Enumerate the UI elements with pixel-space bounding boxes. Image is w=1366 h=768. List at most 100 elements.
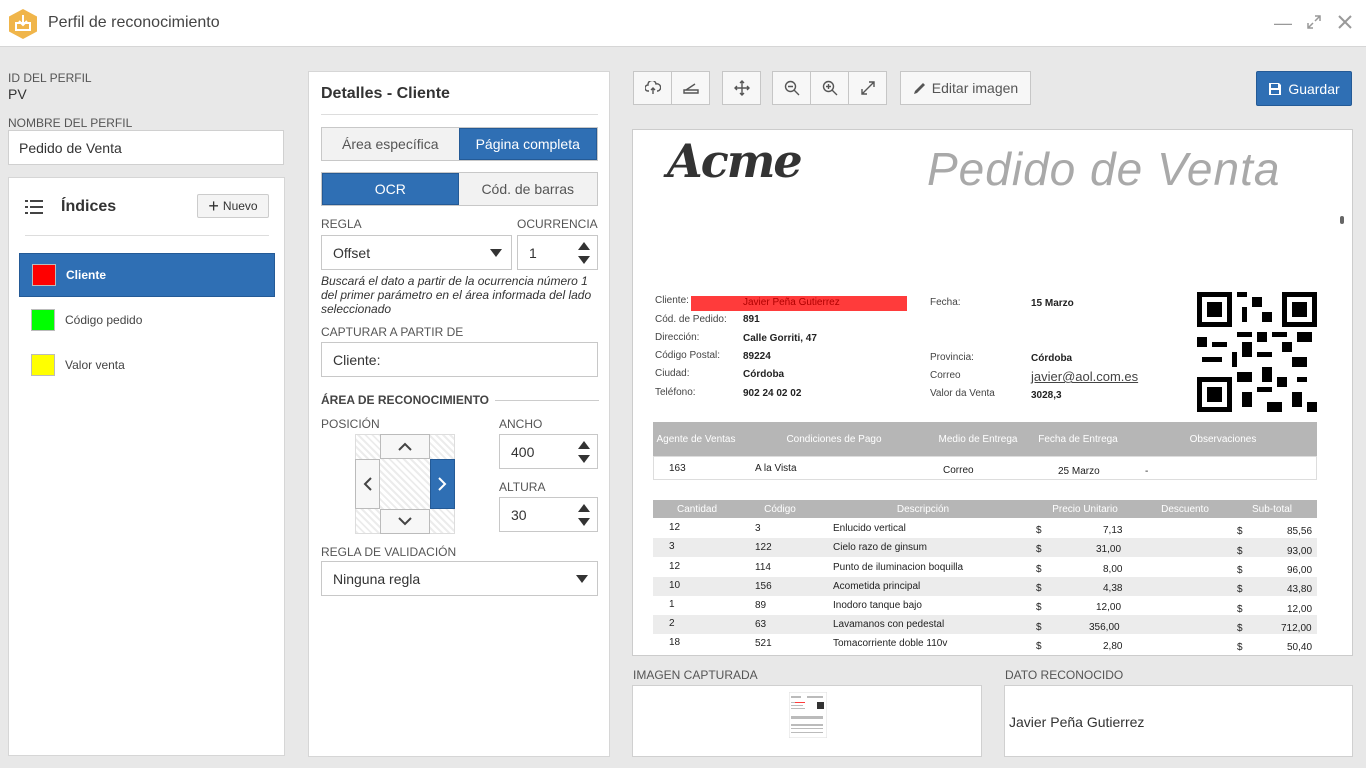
field-value: 891 — [743, 314, 760, 325]
table-cell: Correo — [943, 465, 974, 476]
area-tabs: Área específica Página completa — [321, 127, 598, 161]
table-cell: 43,80 — [1287, 584, 1313, 595]
scanner-icon — [682, 83, 699, 94]
field-label: Cód. de Pedido: — [655, 314, 727, 325]
table-cell: 712,00 — [1281, 623, 1312, 634]
zoom-out-button[interactable] — [772, 71, 811, 105]
index-item-label: Código pedido — [65, 313, 143, 327]
index-item-valor-venta[interactable]: Valor venta — [19, 343, 275, 387]
new-index-label: Nuevo — [222, 199, 258, 213]
minimize-icon[interactable]: — — [1272, 12, 1294, 34]
table-header: Agente de Ventas — [653, 422, 739, 456]
table-header: Condiciones de Pago — [739, 422, 929, 456]
captured-image-box — [632, 685, 982, 757]
table-cell: 12,00 — [1287, 604, 1313, 615]
rule-help-text: Buscará el dato a partir de la ocurrenci… — [321, 274, 592, 316]
area-section-title: ÁREA DE RECONOCIMIENTO — [321, 393, 490, 407]
validation-select[interactable]: Ninguna regla — [321, 561, 598, 596]
spinner-icon[interactable] — [578, 503, 590, 526]
field-label: Código Postal: — [655, 350, 721, 361]
move-left-button[interactable] — [355, 459, 380, 509]
table-cell: 93,00 — [1287, 546, 1313, 557]
move-down-button[interactable] — [380, 509, 430, 534]
maximize-icon[interactable] — [1303, 12, 1325, 34]
table-cell: Lavamanos con pedestal — [833, 619, 945, 630]
field-label: Ciudad: — [655, 368, 690, 379]
upload-tools — [633, 71, 710, 105]
rule-select[interactable]: Offset — [321, 235, 512, 270]
table-cell: $ — [1036, 622, 1042, 633]
scrollbar-thumb[interactable] — [1340, 216, 1344, 224]
profile-id-label: ID DEL PERFIL — [8, 71, 92, 85]
profile-name-input[interactable]: Pedido de Venta — [8, 130, 284, 165]
table-cell: 122 — [755, 542, 772, 553]
captured-image-label: IMAGEN CAPTURADA — [633, 668, 758, 682]
table-cell: 356,00 — [1089, 622, 1120, 633]
close-icon[interactable] — [1334, 12, 1356, 34]
tab-area-especifica[interactable]: Área específica — [322, 128, 459, 160]
table-cell: Inodoro tanque bajo — [833, 600, 922, 611]
zoom-out-icon — [784, 80, 799, 96]
plus-icon: + — [208, 196, 219, 216]
divider — [495, 400, 599, 401]
new-index-button[interactable]: + Nuevo — [197, 194, 269, 218]
position-label: POSICIÓN — [321, 417, 380, 431]
table-cell: 31,00 — [1096, 544, 1122, 555]
tab-cod-barras[interactable]: Cód. de barras — [458, 173, 597, 205]
table-cell: 4,38 — [1103, 583, 1123, 594]
validation-value: Ninguna regla — [333, 570, 421, 587]
recognized-data-value: Javier Peña Gutierrez — [1009, 714, 1145, 730]
move-up-button[interactable] — [380, 434, 430, 459]
index-item-cliente[interactable]: Cliente — [19, 253, 275, 297]
table-row — [653, 577, 1317, 596]
spinner-icon[interactable] — [578, 241, 590, 264]
scanner-button[interactable] — [671, 71, 710, 105]
table-cell: 7,13 — [1103, 525, 1123, 536]
tab-pagina-completa[interactable]: Página completa — [458, 128, 597, 160]
table-cell: 163 — [669, 463, 686, 474]
occurrence-stepper[interactable]: 1 — [517, 235, 598, 270]
spinner-icon[interactable] — [578, 440, 590, 463]
upload-cloud-button[interactable] — [633, 71, 672, 105]
title-bar: Perfil de reconocimiento — — [0, 0, 1366, 47]
table-cell: $ — [1237, 604, 1243, 615]
edit-image-button[interactable]: Editar imagen — [900, 71, 1031, 105]
move-right-button[interactable] — [430, 459, 455, 509]
table-cell: $ — [1237, 526, 1243, 537]
index-item-label: Cliente — [66, 268, 107, 282]
index-item-codigo-pedido[interactable]: Código pedido — [19, 298, 275, 342]
field-label: Fecha: — [930, 297, 961, 308]
floppy-disk-icon — [1269, 82, 1282, 95]
table-cell: Punto de iluminacion boquilla — [833, 562, 964, 573]
tab-ocr[interactable]: OCR — [322, 173, 459, 205]
pan-button[interactable] — [722, 71, 761, 105]
indices-title: Índices — [61, 198, 117, 215]
qr-code-image — [1197, 292, 1317, 412]
occurrence-label: OCURRENCIA — [517, 217, 598, 231]
table-header: Sub-total — [1227, 500, 1317, 518]
chevron-left-icon — [363, 477, 372, 491]
table-cell: Acometida principal — [833, 581, 921, 592]
height-label: ALTURA — [499, 480, 546, 494]
save-button[interactable]: Guardar — [1256, 71, 1352, 106]
field-value: 902 24 02 02 — [743, 388, 802, 399]
field-label: Correo — [930, 370, 961, 381]
table-cell: 3 — [755, 523, 761, 534]
height-stepper[interactable]: 30 — [499, 497, 598, 532]
document-viewer[interactable]: Acme Pedido de Venta Cliente: Javier Peñ… — [632, 129, 1353, 656]
capture-value: Cliente: — [333, 351, 381, 368]
move-icon — [733, 80, 750, 96]
profile-id-value: PV — [8, 86, 27, 102]
field-value: javier@aol.com.es — [1031, 369, 1139, 384]
zoom-in-button[interactable] — [810, 71, 849, 105]
table-cell: 114 — [755, 562, 771, 573]
chevron-down-icon — [490, 248, 502, 257]
table-row — [653, 456, 1317, 480]
table-cell: $ — [1036, 641, 1042, 652]
table-cell: $ — [1036, 544, 1042, 555]
capture-input[interactable]: Cliente: — [321, 342, 598, 377]
field-value: Córdoba — [1031, 353, 1073, 364]
table-cell: Tomacorriente doble 110v — [833, 638, 948, 649]
fit-button[interactable] — [848, 71, 887, 105]
width-stepper[interactable]: 400 — [499, 434, 598, 469]
